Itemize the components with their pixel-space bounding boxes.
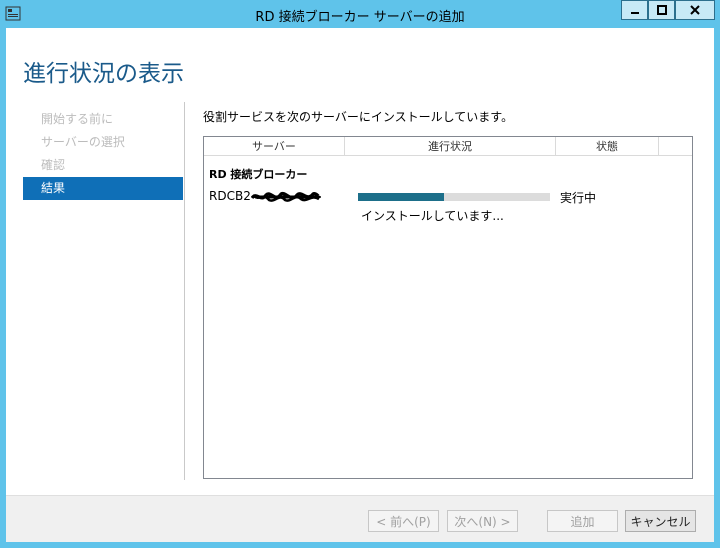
column-header-progress[interactable]: 進行状況 [345,137,556,156]
window-title: RD 接続ブローカー サーバーの追加 [255,10,465,25]
maximize-button[interactable] [648,0,675,20]
close-button[interactable] [675,0,715,20]
column-header-server[interactable]: サーバー [204,137,345,156]
close-icon [690,5,700,15]
minimize-button[interactable] [621,0,648,20]
add-button[interactable]: 追加 [547,510,618,532]
nav-item-results[interactable]: 結果 [23,177,183,200]
progress-description: 役割サービスを次のサーバーにインストールしています。 [203,110,514,124]
page-title: 進行状況の表示 [23,61,184,87]
progress-list[interactable]: サーバー 進行状況 状態 RD 接続ブローカー RDCB2 実行中 インストール… [203,136,693,479]
title-bar[interactable]: RD 接続ブローカー サーバーの追加 [0,0,720,28]
install-progress-fill [358,193,445,201]
column-header-filler [659,137,692,156]
next-button[interactable]: 次へ(N) > [447,510,518,532]
dialog-content: 進行状況の表示 開始する前に サーバーの選択 確認 結果 役割サービスを次のサー… [6,28,714,542]
wizard-nav: 開始する前に サーバーの選択 確認 結果 [23,108,183,200]
nav-item-select-server: サーバーの選択 [41,135,125,149]
previous-button[interactable]: < 前へ(P) [368,510,439,532]
redacted-scribble [250,191,321,202]
column-header-status[interactable]: 状態 [556,137,659,156]
cancel-button[interactable]: キャンセル [625,510,696,532]
nav-item-before-you-begin: 開始する前に [41,112,114,126]
maximize-icon [656,5,667,15]
nav-divider [184,102,185,480]
dialog-window: RD 接続ブローカー サーバーの追加 進行状況の表示 開始する前に サーバーの選… [0,0,720,548]
progress-message: インストールしています... [361,209,504,223]
minimize-icon [630,12,639,14]
install-progress-bar [358,193,550,201]
role-group-label: RD 接続ブローカー [209,168,308,181]
status-text: 実行中 [560,191,597,205]
server-name: RDCB2 [209,189,321,204]
nav-item-confirmation: 確認 [41,158,66,172]
button-bar: < 前へ(P) 次へ(N) > 追加 キャンセル [6,495,714,542]
server-name-prefix: RDCB2 [209,189,251,203]
